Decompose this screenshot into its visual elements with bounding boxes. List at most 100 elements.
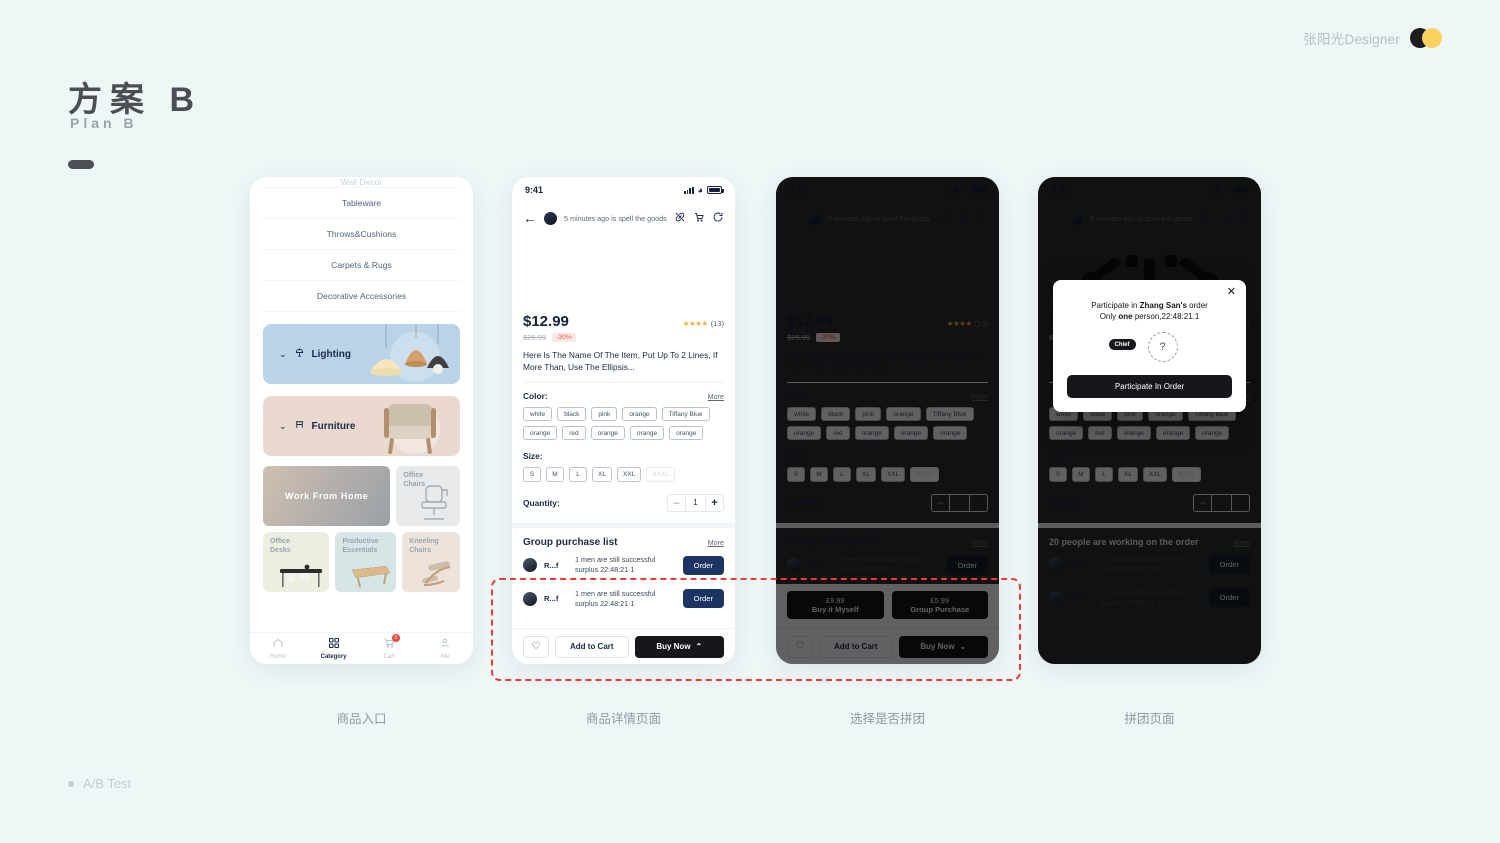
order-button[interactable]: Order: [1208, 554, 1250, 574]
promo-tile-office-desks[interactable]: Office Desks: [263, 532, 330, 592]
size-chip[interactable]: L: [1095, 467, 1113, 483]
color-chip[interactable]: Tiffany Blue: [661, 407, 710, 422]
color-more-link[interactable]: More: [972, 392, 988, 401]
color-chip[interactable]: red: [826, 426, 850, 441]
share-icon[interactable]: [1238, 211, 1250, 226]
color-chip[interactable]: Tiffany Blue: [925, 407, 974, 422]
color-chip[interactable]: orange: [1049, 426, 1084, 441]
color-chip[interactable]: orange: [787, 426, 822, 441]
group-purchase-more[interactable]: More: [972, 538, 988, 547]
size-chip[interactable]: S: [1049, 467, 1067, 483]
group-purchase-more[interactable]: More: [1234, 538, 1250, 547]
size-chip[interactable]: S: [787, 467, 805, 483]
back-icon[interactable]: ←: [523, 211, 537, 225]
size-chip[interactable]: L: [833, 467, 851, 483]
category-item-1[interactable]: Tableware: [263, 188, 460, 219]
quantity-decrement[interactable]: –: [932, 495, 949, 511]
back-icon[interactable]: ←: [787, 211, 801, 225]
link-off-icon[interactable]: [1200, 211, 1212, 226]
quantity-stepper[interactable]: – 1 +: [667, 494, 724, 513]
size-chip[interactable]: XXL: [1142, 467, 1168, 483]
quantity-increment[interactable]: +: [1232, 495, 1249, 511]
participant-status: 1 men are still successful surplus 22:48…: [575, 588, 656, 608]
color-chip[interactable]: orange: [669, 426, 704, 441]
tab-category[interactable]: Category: [306, 637, 362, 660]
color-chip[interactable]: orange: [1155, 426, 1191, 441]
promo-tile-productive-essentials[interactable]: Productive Essentials: [335, 532, 397, 592]
order-button[interactable]: Order: [1208, 588, 1250, 608]
order-button[interactable]: Order: [946, 555, 988, 575]
add-to-cart-button[interactable]: Add to Cart: [555, 635, 629, 658]
quantity-increment[interactable]: +: [970, 495, 987, 511]
link-off-icon[interactable]: [674, 211, 686, 226]
color-chip[interactable]: orange: [523, 426, 558, 441]
order-button[interactable]: Order: [682, 555, 724, 575]
color-more-link[interactable]: More: [708, 392, 724, 401]
category-item-0[interactable]: Wall Decor: [263, 177, 460, 188]
buy-now-button[interactable]: Buy Now ⌄: [898, 635, 988, 658]
empty-slot[interactable]: ?: [1147, 332, 1178, 362]
color-chip[interactable]: orange: [933, 426, 968, 441]
color-chip[interactable]: white: [787, 407, 817, 422]
category-item-3[interactable]: Carpets & Rugs: [263, 250, 460, 281]
size-chip[interactable]: XL: [592, 467, 612, 483]
color-chip[interactable]: white: [523, 407, 553, 422]
heart-icon[interactable]: ♡: [523, 635, 549, 658]
group-purchase-option[interactable]: £5.99 Group Purchase: [891, 591, 988, 619]
participate-in-order-button[interactable]: Participate In Order: [1067, 375, 1232, 398]
size-chip[interactable]: XL: [1118, 467, 1138, 483]
tab-cart[interactable]: 3 Cart: [362, 634, 418, 660]
color-chip[interactable]: orange: [854, 426, 889, 441]
quantity-decrement[interactable]: –: [1194, 495, 1211, 511]
order-button[interactable]: Order: [682, 589, 724, 609]
quantity-stepper[interactable]: – 1 +: [1193, 494, 1250, 513]
size-chip[interactable]: L: [569, 467, 587, 483]
group-purchase-more[interactable]: More: [708, 538, 724, 547]
tab-home[interactable]: Home: [250, 637, 306, 660]
share-icon[interactable]: [976, 211, 988, 226]
cart-icon[interactable]: [1219, 211, 1231, 226]
color-chip[interactable]: orange: [622, 407, 657, 422]
color-chip[interactable]: orange: [629, 426, 665, 441]
color-chip[interactable]: black: [557, 407, 587, 422]
back-icon[interactable]: ←: [1049, 211, 1063, 225]
promo-tile-kneeling-chairs[interactable]: Kneeling Chairs: [402, 532, 460, 592]
color-chip[interactable]: red: [562, 426, 586, 441]
close-icon[interactable]: ✕: [1227, 287, 1236, 298]
cart-icon[interactable]: [957, 211, 969, 226]
promo-tile-office-chairs[interactable]: Office Chairs: [396, 466, 460, 526]
heart-icon[interactable]: ♡: [787, 635, 813, 658]
size-chip[interactable]: M: [546, 467, 564, 483]
color-chip[interactable]: orange: [590, 426, 625, 441]
color-chip[interactable]: pink: [591, 407, 618, 422]
quantity-decrement[interactable]: –: [668, 495, 685, 511]
size-chip[interactable]: XXL: [616, 467, 642, 483]
quantity-increment[interactable]: +: [706, 495, 723, 511]
color-chip[interactable]: orange: [1195, 426, 1230, 441]
size-chip[interactable]: M: [810, 467, 828, 483]
color-chip[interactable]: orange: [893, 426, 929, 441]
color-chip[interactable]: black: [821, 407, 851, 422]
color-chip[interactable]: orange: [886, 407, 921, 422]
buy-now-button[interactable]: Buy Now ⌃: [634, 635, 724, 658]
size-chip[interactable]: S: [523, 467, 541, 483]
color-chip[interactable]: orange: [1116, 426, 1151, 441]
add-to-cart-button[interactable]: Add to Cart: [819, 635, 893, 658]
cart-icon[interactable]: [693, 211, 705, 226]
buy-it-myself-option[interactable]: £9.99 Buy it Myself: [787, 591, 884, 619]
share-icon[interactable]: [712, 211, 724, 226]
link-off-icon[interactable]: [938, 211, 950, 226]
size-chip[interactable]: XXL: [880, 467, 906, 483]
size-chip[interactable]: M: [1072, 467, 1090, 483]
color-chip[interactable]: pink: [855, 407, 882, 422]
category-item-4[interactable]: Decorative Accessories: [263, 281, 460, 312]
promo-tile-work-from-home[interactable]: Work From Home: [263, 466, 391, 526]
size-chip[interactable]: XL: [856, 467, 876, 483]
color-chip[interactable]: red: [1088, 426, 1112, 441]
tab-me[interactable]: Me: [417, 637, 473, 660]
category-item-2[interactable]: Throws&Cushions: [263, 219, 460, 250]
category-banner-furniture[interactable]: ⌄ Furniture: [263, 396, 460, 456]
size-label: Size:: [523, 451, 543, 462]
category-banner-lighting[interactable]: ⌄ Lighting: [263, 324, 460, 384]
quantity-stepper[interactable]: – 1 +: [931, 494, 988, 513]
